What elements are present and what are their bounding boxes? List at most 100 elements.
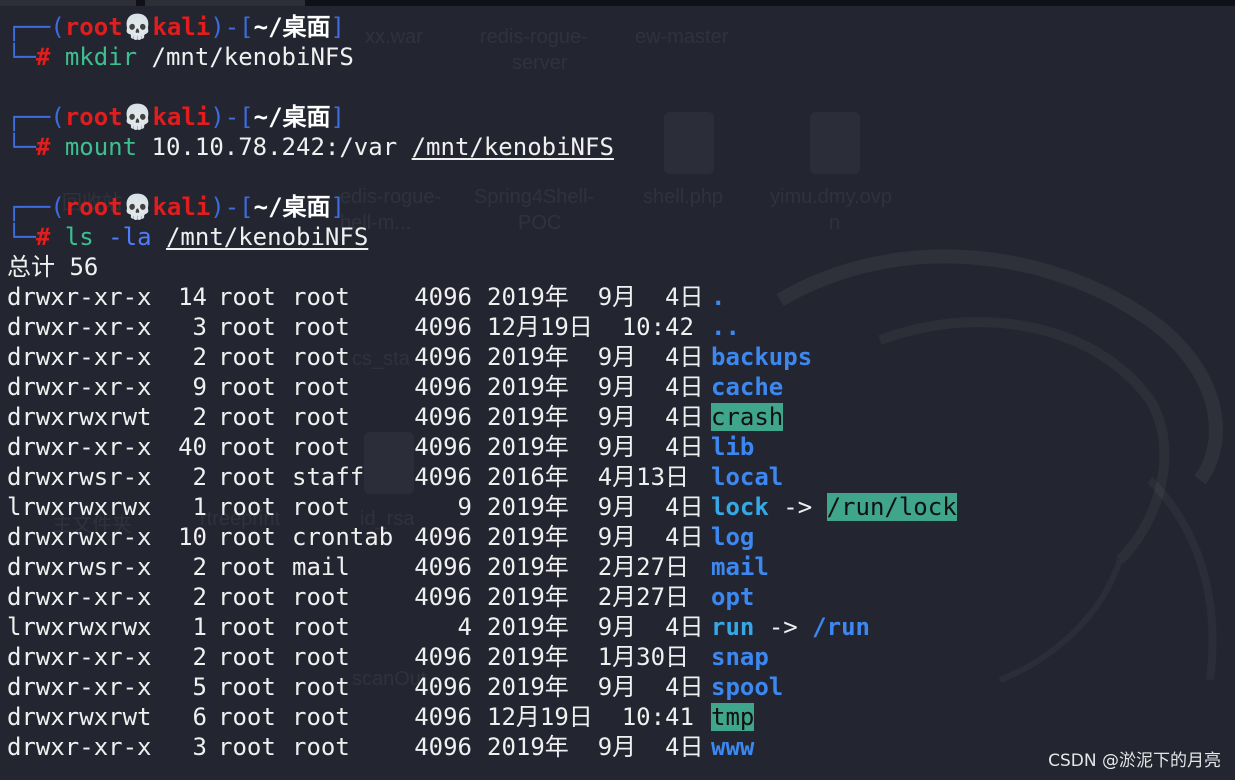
file-group: root bbox=[292, 733, 350, 761]
prompt-corner: ┌──( bbox=[7, 103, 65, 131]
prompt-host: kali bbox=[152, 193, 211, 221]
file-date: 2019年 9月 4日 bbox=[487, 283, 704, 311]
file-size: 4096 bbox=[414, 373, 472, 401]
prompt-corner: └─ bbox=[7, 43, 36, 71]
prompt-sep: )-[ bbox=[210, 103, 254, 131]
file-name[interactable]: snap bbox=[711, 643, 769, 671]
file-name[interactable]: lock bbox=[711, 493, 769, 521]
ls-row: drwxrwsr-x 2 root staff 4096 2016年 4月13日 local bbox=[7, 462, 1232, 492]
ls-row: drwxrwxrwt 6 root root 4096 12月19日 10:41 tmp bbox=[7, 702, 1232, 732]
prompt-user: root bbox=[64, 13, 123, 41]
file-owner: root bbox=[218, 343, 276, 371]
file-permissions: lrwxrwxrwx bbox=[7, 493, 152, 521]
file-name-cell: .. bbox=[711, 312, 740, 342]
command-flag: -la bbox=[108, 223, 152, 251]
file-name[interactable]: . bbox=[711, 283, 725, 311]
ls-row: drwxr-xr-x 2 root root 4096 2019年 9月 4日 backup… bbox=[7, 342, 1232, 372]
file-date: 2019年 9月 4日 bbox=[487, 673, 704, 701]
command-line: └─# ls -la /mnt/kenobiNFS bbox=[7, 222, 1232, 252]
file-date: 2019年 9月 4日 bbox=[487, 523, 704, 551]
prompt-user: root bbox=[64, 193, 123, 221]
file-name[interactable]: cache bbox=[711, 373, 783, 401]
file-group: root bbox=[292, 583, 350, 611]
file-name[interactable]: local bbox=[711, 463, 783, 491]
file-size: 4096 bbox=[414, 583, 472, 611]
file-name[interactable]: opt bbox=[711, 583, 754, 611]
file-name[interactable]: run bbox=[711, 613, 754, 641]
file-permissions: drwxr-xr-x bbox=[7, 733, 152, 761]
file-name-cell: lock -> /run/lock bbox=[711, 492, 957, 522]
file-name[interactable]: lib bbox=[711, 433, 754, 461]
file-name[interactable]: log bbox=[711, 523, 754, 551]
file-group: root bbox=[292, 703, 350, 731]
file-permissions: lrwxrwxrwx bbox=[7, 613, 152, 641]
link-count: 3 bbox=[192, 313, 207, 341]
file-owner: root bbox=[218, 553, 276, 581]
file-permissions: drwxrwsr-x bbox=[7, 463, 152, 491]
file-size: 4096 bbox=[414, 733, 472, 761]
ls-row: drwxrwsr-x 2 root mail 4096 2019年 2月27日 mail bbox=[7, 552, 1232, 582]
file-owner: root bbox=[218, 433, 276, 461]
symlink-target[interactable]: /run bbox=[812, 613, 870, 641]
file-date: 2019年 9月 4日 bbox=[487, 493, 704, 521]
file-date: 2019年 9月 4日 bbox=[487, 613, 704, 641]
file-name[interactable]: www bbox=[711, 733, 754, 761]
file-permissions: drwxr-xr-x bbox=[7, 313, 152, 341]
symlink-target[interactable]: /run/lock bbox=[826, 493, 957, 521]
ls-row: drwxr-xr-x 40 root root 4096 2019年 9月 4日 lib bbox=[7, 432, 1232, 462]
file-name[interactable]: spool bbox=[711, 673, 783, 701]
file-name[interactable]: mail bbox=[711, 553, 769, 581]
file-name-cell: log bbox=[711, 522, 754, 552]
file-group: staff bbox=[292, 463, 365, 491]
prompt-sep: ] bbox=[330, 13, 345, 41]
file-name-cell: run -> /run bbox=[711, 612, 870, 642]
file-permissions: drwxrwxrwt bbox=[7, 403, 152, 431]
prompt-corner: ┌──( bbox=[7, 13, 65, 41]
ls-row: drwxr-xr-x 14 root root 4096 2019年 9月 4日. bbox=[7, 282, 1232, 312]
ls-row: drwxr-xr-x 3 root root 4096 12月19日 10:42.. bbox=[7, 312, 1232, 342]
link-count: 2 bbox=[192, 463, 207, 491]
file-owner: root bbox=[218, 493, 276, 521]
command-arg: 10.10.78.242:/var bbox=[151, 133, 398, 161]
ls-row: drwxr-xr-x 5 root root 4096 2019年 9月 4日 spool bbox=[7, 672, 1232, 702]
link-count: 6 bbox=[192, 703, 207, 731]
ls-row: drwxrwxr-x 10 root crontab 4096 2019年 9月 4日 lo… bbox=[7, 522, 1232, 552]
prompt-sep: )-[ bbox=[210, 193, 254, 221]
file-name[interactable]: backups bbox=[711, 343, 812, 371]
file-date: 2019年 9月 4日 bbox=[487, 433, 704, 461]
file-name[interactable]: tmp bbox=[711, 703, 755, 731]
file-group: root bbox=[292, 613, 350, 641]
file-permissions: drwxr-xr-x bbox=[7, 583, 152, 611]
link-count: 5 bbox=[192, 673, 207, 701]
ls-row: drwxrwxrwt 2 root root 4096 2019年 9月 4日 crash bbox=[7, 402, 1232, 432]
file-group: root bbox=[292, 403, 350, 431]
prompt-hash: # bbox=[35, 223, 51, 251]
file-size: 4096 bbox=[414, 643, 472, 671]
link-count: 2 bbox=[192, 553, 207, 581]
file-permissions: drwxr-xr-x bbox=[7, 373, 152, 401]
file-owner: root bbox=[218, 613, 276, 641]
file-date: 12月19日 10:41 bbox=[487, 703, 694, 731]
file-size: 4096 bbox=[414, 313, 472, 341]
file-name-cell: tmp bbox=[711, 702, 755, 732]
prompt-path: ~/桌面 bbox=[253, 193, 331, 221]
command-name: mount bbox=[64, 133, 138, 161]
symlink-arrow: -> bbox=[768, 613, 798, 641]
file-name-cell: backups bbox=[711, 342, 812, 372]
file-name-cell: local bbox=[711, 462, 783, 492]
file-date: 12月19日 10:42 bbox=[487, 313, 694, 341]
file-group: mail bbox=[292, 553, 350, 581]
file-size: 4096 bbox=[414, 703, 472, 731]
terminal-output[interactable]: ┌──(root💀kali)-[~/桌面] └─# mkdir /mnt/ken… bbox=[7, 12, 1232, 762]
file-owner: root bbox=[218, 283, 276, 311]
symlink-arrow: -> bbox=[783, 493, 813, 521]
prompt-sep: ] bbox=[330, 193, 345, 221]
file-name[interactable]: .. bbox=[711, 313, 740, 341]
file-permissions: drwxr-xr-x bbox=[7, 643, 152, 671]
file-name-cell: cache bbox=[711, 372, 783, 402]
file-group: root bbox=[292, 643, 350, 671]
file-size: 4096 bbox=[414, 673, 472, 701]
file-owner: root bbox=[218, 733, 276, 761]
file-name[interactable]: crash bbox=[711, 403, 784, 431]
